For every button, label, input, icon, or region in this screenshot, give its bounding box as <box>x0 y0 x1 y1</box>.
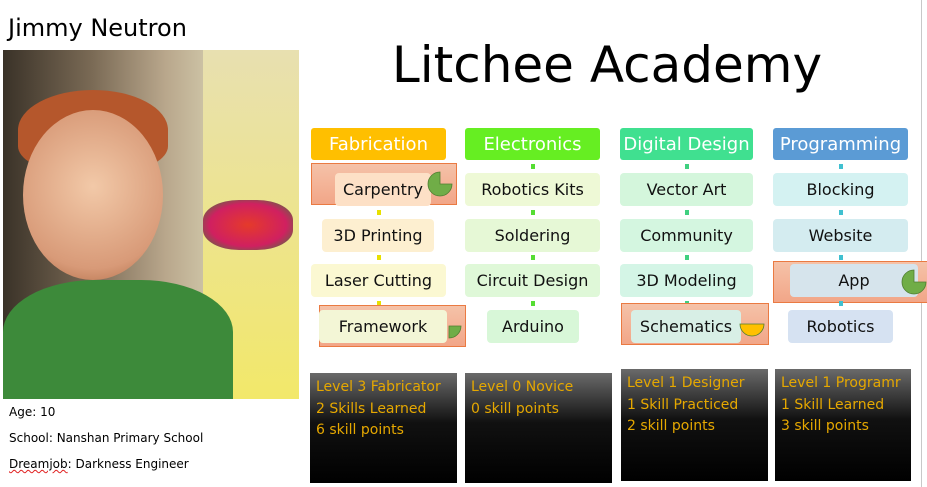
skill-item[interactable]: Robotics <box>788 310 893 343</box>
student-name: Jimmy Neutron <box>8 14 187 42</box>
dreamjob-value: : Darkness Engineer <box>67 457 189 471</box>
page-edge <box>921 0 922 487</box>
connector-arrow <box>838 301 843 306</box>
stat-line: 1 Skill Learned <box>781 396 885 413</box>
skill-item[interactable]: Vector Art <box>620 173 753 206</box>
stat-line: Level 0 Novice <box>471 379 574 395</box>
page-title: Litchee Academy <box>391 36 823 94</box>
skill-label: 3D Printing <box>333 226 423 245</box>
connector-arrow <box>530 301 535 306</box>
skill-label: Circuit Design <box>476 271 589 290</box>
skill-label: Soldering <box>494 226 571 245</box>
stat-line: 2 Skills Learned <box>316 400 427 417</box>
stats-panel: Level 0 Novice 0 skill points <box>465 373 612 483</box>
skill-item[interactable]: Soldering <box>465 219 600 252</box>
connector-arrow <box>838 255 843 260</box>
connector-arrow <box>376 255 381 260</box>
progress-pie-icon <box>427 171 453 197</box>
skill-item[interactable]: 3D Printing <box>322 219 434 252</box>
skill-item[interactable]: 3D Modeling <box>620 264 753 297</box>
connector-arrow <box>530 164 535 169</box>
connector-arrow <box>684 255 689 260</box>
connector-arrow <box>684 164 689 169</box>
column-header-programming[interactable]: Programming <box>773 128 908 160</box>
age-text: Age: 10 <box>9 405 56 419</box>
column-header-electronics[interactable]: Electronics <box>465 128 600 160</box>
skill-label: 3D Modeling <box>636 271 737 290</box>
skill-label: Carpentry <box>342 180 423 199</box>
skill-item[interactable]: Blocking <box>773 173 908 206</box>
skill-item[interactable]: Carpentry <box>335 173 431 206</box>
dreamjob-text: Dreamjob: Darkness Engineer <box>9 457 189 471</box>
stats-panel: Level 1 Programr 1 Skill Learned 3 skill p… <box>775 369 911 481</box>
stat-line: Level 1 Programr <box>781 375 901 391</box>
progress-pie-icon <box>436 313 462 339</box>
skill-item[interactable]: Framework <box>319 310 447 343</box>
dreamjob-label: Dreamjob <box>9 457 68 471</box>
stat-line: Level 1 Designer <box>627 375 745 391</box>
connector-arrow <box>838 164 843 169</box>
skill-label: App <box>838 271 870 290</box>
column-header-fabrication[interactable]: Fabrication <box>311 128 446 160</box>
connector-arrow <box>530 255 535 260</box>
stat-line: 2 skill points <box>627 418 715 434</box>
skill-item[interactable]: Website <box>773 219 908 252</box>
stats-panel: Level 1 Designer 1 Skill Practiced 2 skill… <box>621 369 768 481</box>
stat-line: 6 skill points <box>316 422 404 438</box>
skill-item[interactable]: Arduino <box>487 310 579 343</box>
skill-item[interactable]: Robotics Kits <box>465 173 600 206</box>
stats-panel: Level 3 Fabricator 2 Skills Learned 6 skil… <box>310 373 457 483</box>
stat-line: 0 skill points <box>471 400 559 417</box>
skill-label: Blocking <box>806 180 875 199</box>
skill-label: Community <box>640 226 733 245</box>
skill-item[interactable]: Laser Cutting <box>311 264 446 297</box>
skill-label: Vector Art <box>646 180 727 199</box>
skill-label: Robotics Kits <box>481 180 584 199</box>
school-text: School: Nanshan Primary School <box>9 431 204 445</box>
skill-label: Schematics <box>639 317 733 336</box>
skill-item[interactable]: App <box>790 264 918 297</box>
student-photo <box>3 50 299 399</box>
connector-arrow <box>530 210 535 215</box>
stat-line: 3 skill points <box>781 418 869 434</box>
progress-pie-icon <box>739 311 765 337</box>
skill-label: Arduino <box>502 317 564 336</box>
skill-item[interactable]: Schematics <box>631 310 741 343</box>
skill-label: Website <box>808 226 873 245</box>
stat-line: Level 3 Fabricator <box>316 379 441 395</box>
skill-label: Framework <box>338 317 428 336</box>
skill-label: Robotics <box>806 317 875 336</box>
connector-arrow <box>376 210 381 215</box>
connector-arrow <box>838 210 843 215</box>
skill-item[interactable]: Community <box>620 219 753 252</box>
column-header-digital-design[interactable]: Digital Design <box>620 128 753 160</box>
skill-label: Laser Cutting <box>324 271 433 290</box>
stat-line: 1 Skill Practiced <box>627 396 739 413</box>
skill-item[interactable]: Circuit Design <box>465 264 600 297</box>
progress-pie-icon <box>901 269 927 295</box>
connector-arrow <box>684 210 689 215</box>
